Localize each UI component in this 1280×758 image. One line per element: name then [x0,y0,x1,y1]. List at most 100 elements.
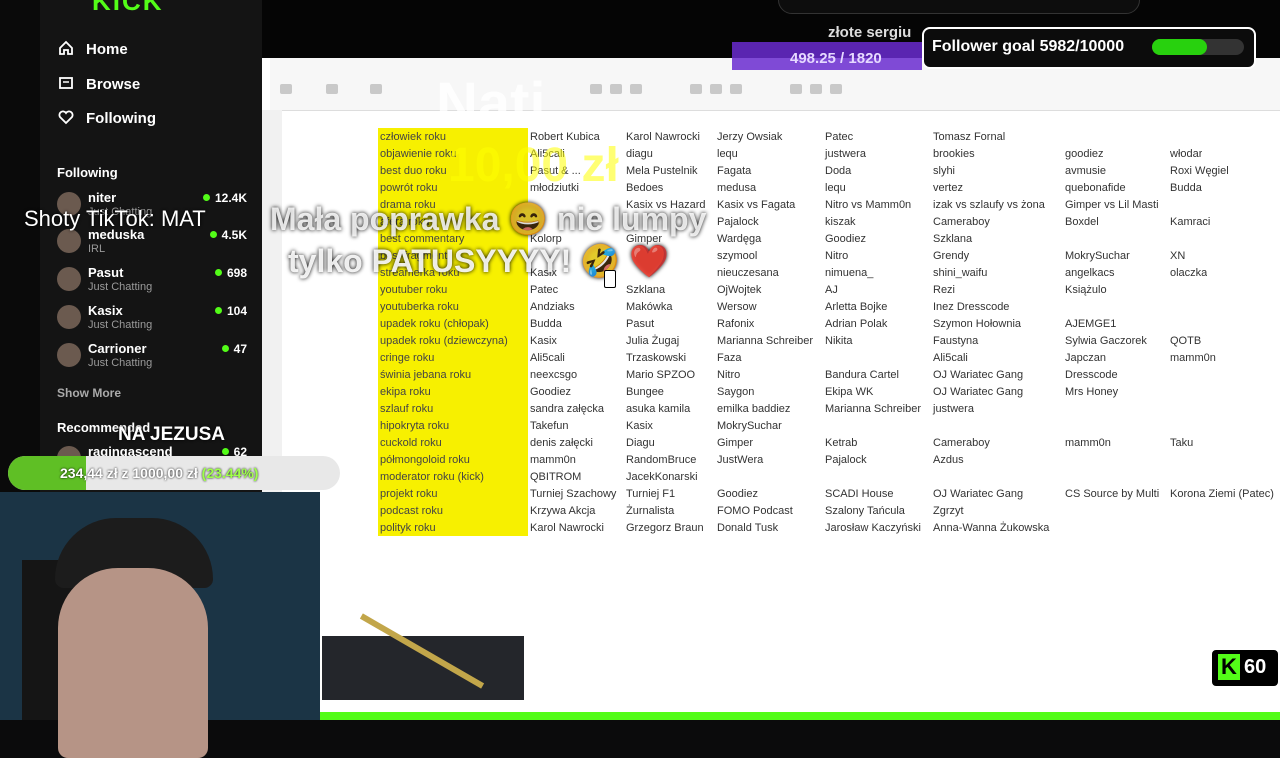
nominee-cell: Marianna Schreiber [717,335,813,347]
nominee-cell: Gimper vs Lil Masti [1065,199,1159,211]
nominee-cell: Patec [825,131,854,143]
follower-goal-fill [1152,39,1208,55]
category-cell: youtuber roku [380,284,448,296]
nominee-cell: Cameraboy [933,216,990,228]
nominee-cell: Rezi [933,284,956,296]
nominee-cell: Cameraboy [933,437,990,449]
kick-logo-icon: K [1218,654,1240,680]
nominee-cell: Szklana [933,233,973,245]
nominee-cell: Turniej Szachowy [530,488,617,500]
nominee-cell: Kasix [626,420,653,432]
nominee-cell: denis załęcki [530,437,593,449]
following-item-meduska[interactable]: meduska IRL 4.5K [55,227,255,265]
nominee-cell: neexcsgo [530,369,578,381]
nominee-cell: Faustyna [933,335,979,347]
nominee-cell: Faza [717,352,742,364]
following-item-carrioner[interactable]: Carrioner Just Chatting 47 [55,341,255,379]
nominee-cell: Makówka [626,301,673,313]
avatar [57,305,81,329]
home-icon [58,40,74,56]
category-cell: ekipa roku [380,386,431,398]
search-input[interactable] [778,0,1140,14]
nominee-cell: Julia Żugaj [626,335,680,347]
channel-category: Just Chatting [88,281,153,293]
category-cell: objawienie roku [380,148,457,160]
nominee-cell: nieuczesana [717,267,779,279]
category-cell: moderator roku (kick) [380,471,484,483]
nominee-cell: kiszak [825,216,856,228]
nominee-cell: Patec [530,284,559,296]
nominee-cell: nimuena_ [825,267,874,279]
nominee-cell: Roxi Węgiel [1170,165,1229,177]
nominee-cell: OJ Wariatec Gang [933,386,1024,398]
shoty-text: Shoty TikTok: MAT [24,206,206,231]
nav-browse-label: Browse [86,76,141,93]
nav-following[interactable]: Following [58,109,156,127]
nominee-cell: Ketrab [825,437,858,449]
category-cell: best duo roku [380,165,447,177]
nominee-cell: Tomasz Fornal [933,131,1006,143]
nominee-cell: OJ Wariatec Gang [933,488,1024,500]
kick-logo[interactable]: KICK [92,0,164,17]
nominee-cell: Szymon Hołownia [933,318,1022,330]
channel-category: Just Chatting [88,357,153,369]
nominee-cell: Pajalock [717,216,759,228]
nominee-cell: mamm0n [1170,352,1216,364]
channel-name: Pasut [88,265,124,280]
nominee-cell: Grendy [933,250,970,262]
following-item-kasix[interactable]: Kasix Just Chatting 104 [55,303,255,341]
viewer-count: 47 [222,342,247,356]
follower-goal-widget: Follower goal 5982/10000 [922,27,1256,69]
nominee-cell: asuka kamila [626,403,691,415]
nominee-cell: RandomBruce [626,454,697,466]
nominee-cell: AJEMGE1 [1065,318,1117,330]
nominee-cell: Budda [530,318,562,330]
nominee-cell: Mario SPZOO [626,369,696,381]
nominee-cell: Wardęga [717,233,762,245]
category-cell: szlauf roku [380,403,434,415]
nominee-cell: izak vs szlaufy vs żona [933,199,1045,211]
follower-goal-text: Follower goal 5982/10000 [932,38,1125,55]
nominee-cell: SCADI House [825,488,894,500]
channel-name: Carrioner [88,341,147,356]
nominee-cell: shini_waifu [933,267,988,279]
following-heading: Following [57,165,118,180]
nominee-cell: Azdus [933,454,964,466]
nominee-cell: Pasut [626,318,655,330]
kick-viewer-count: 60 [1244,656,1267,678]
category-cell: hipokryta roku [380,420,450,432]
follower-goal-bar [1152,39,1244,55]
nominee-cell: włodar [1170,148,1203,160]
nominee-cell: Inez Dresscode [933,301,1010,313]
nominee-cell: justwera [825,148,866,160]
nominee-cell: Adrian Polak [825,318,888,330]
nominee-cell: AJ [825,284,838,296]
following-item-pasut[interactable]: Pasut Just Chatting 698 [55,265,255,303]
nav-home[interactable]: Home [58,40,128,58]
nominee-cell: Nitro [825,250,849,262]
category-cell: podcast roku [380,505,443,517]
nominee-cell: Turniej F1 [626,488,676,500]
nominee-cell: Kasix [530,335,557,347]
show-more-link[interactable]: Show More [57,386,121,400]
nominee-cell: szymool [717,250,758,262]
nominee-cell: Goodiez [825,233,866,245]
nominee-cell: Taku [1170,437,1194,449]
donation-goal-percent: (23.44%) [201,465,259,481]
avatar [57,267,81,291]
viewer-count: 4.5K [210,228,247,242]
category-cell: świnia jebana roku [380,369,472,381]
nominee-cell: medusa [717,182,757,194]
category-cell: cringe roku [380,352,435,364]
nominee-cell: sandra załęcka [530,403,604,415]
nominee-cell: Anna-Wanna Żukowska [933,522,1050,534]
nominee-cell: Budda [1170,182,1202,194]
nav-browse[interactable]: Browse [58,75,140,93]
nominee-cell: Bandura Cartel [825,369,899,381]
nominee-cell: Rafonix [717,318,755,330]
nominee-cell: Szalony Tańcula [825,505,905,517]
nominee-cell: Marianna Schreiber [825,403,921,415]
nominee-cell: quebonafide [1065,182,1126,194]
nominee-cell: Trzaskowski [626,352,687,364]
nominee-cell: Mrs Honey [1065,386,1119,398]
